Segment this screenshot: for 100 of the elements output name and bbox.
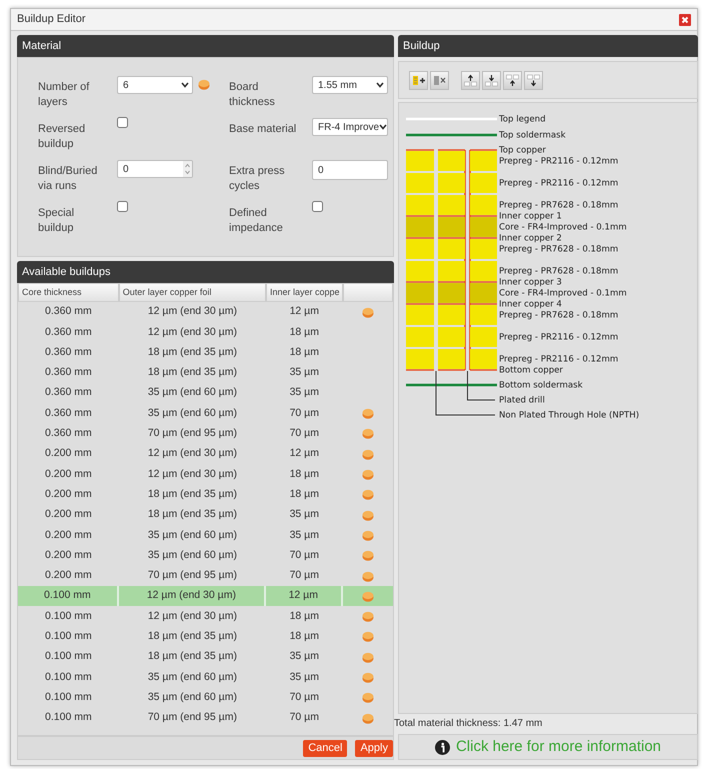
table-cell-text: 35 µm: [288, 670, 320, 685]
table-cell-text: 18 µm: [288, 608, 320, 624]
table-cell-text: 18 µm (end 35 µm): [146, 649, 238, 664]
total-thickness: Total material thickness: 1.47 mm: [394, 717, 544, 731]
column-header[interactable]: Inner layer coppe: [266, 283, 343, 302]
table-cell-text: 18 µm: [288, 344, 320, 360]
table-cell-text: 18 µm (end 35 µm): [146, 486, 238, 502]
input-field[interactable]: 0: [312, 160, 388, 180]
layer-label: Core - FR4-Improved - 0.1mm: [499, 222, 627, 232]
table-cell-text: 35 µm (end 60 µm): [146, 385, 238, 400]
table-row[interactable]: 0.100 mm 12 µm (end 30 µm) 12 µm: [18, 586, 393, 606]
table-row[interactable]: 0.100 mm 70 µm (end 95 µm) 70 µm: [18, 708, 393, 728]
table-row[interactable]: 0.360 mm 35 µm (end 60 µm) 70 µm: [18, 403, 393, 424]
info-icon: [434, 740, 450, 754]
table-row[interactable]: 0.100 mm 35 µm (end 60 µm) 35 µm: [18, 667, 393, 688]
table-row[interactable]: 0.200 mm 18 µm (end 35 µm) 35 µm: [18, 504, 393, 526]
table-row[interactable]: 0.360 mm 70 µm (end 95 µm) 70 µm: [18, 424, 393, 444]
table-cell-text: 70 µm: [288, 568, 320, 584]
move-up-icon: [463, 72, 478, 88]
move-down-button[interactable]: [524, 70, 543, 90]
table-cell-text: 70 µm: [288, 406, 320, 421]
table-cell-text: 35 µm: [288, 649, 320, 664]
layer-label: Core - FR4-Improved - 0.1mm: [499, 288, 627, 298]
table-cell-text: 70 µm: [288, 690, 320, 705]
table-cell-text: 0.200 mm: [44, 446, 93, 462]
table-cell-text: 70 µm: [288, 426, 320, 442]
layer-label: Prepreg - PR2116 - 0.12mm: [499, 332, 618, 342]
column-header[interactable]: Outer layer copper foil: [118, 283, 266, 302]
panel-header: Material: [17, 35, 394, 57]
table-cell-text: 12 µm (end 30 µm): [146, 466, 238, 482]
table-cell: 0.100 mm: [18, 586, 119, 606]
table-row[interactable]: 0.100 mm 12 µm (end 30 µm) 18 µm: [18, 606, 393, 627]
table-row[interactable]: 0.360 mm 35 µm (end 60 µm) 35 µm: [18, 383, 393, 404]
table-row[interactable]: 0.100 mm 35 µm (end 60 µm) 70 µm: [18, 688, 393, 708]
table-cell-text: 35 µm (end 60 µm): [146, 406, 238, 421]
field-label: Extra press cycles: [229, 164, 286, 194]
field-label: Defined impedance: [229, 206, 284, 236]
table-row[interactable]: 0.200 mm 35 µm (end 60 µm) 35 µm: [18, 525, 393, 546]
table-row[interactable]: 0.200 mm 12 µm (end 30 µm) 12 µm: [18, 444, 393, 464]
checkbox[interactable]: [117, 117, 128, 128]
dropdown[interactable]: 1.55 mm: [312, 76, 388, 94]
table-cell-text: 18 µm (end 35 µm): [146, 507, 238, 522]
table-row[interactable]: 0.200 mm 18 µm (end 35 µm) 18 µm: [18, 484, 393, 505]
table-cell-text: 35 µm (end 60 µm): [146, 670, 238, 685]
move-down-button[interactable]: [482, 70, 501, 90]
number-field[interactable]: 0: [117, 160, 193, 178]
table-cell-text: 0.200 mm: [44, 486, 93, 502]
move-down-icon: [526, 72, 541, 88]
field-label: Blind/Buried via runs: [38, 164, 98, 194]
checkbox[interactable]: [312, 201, 323, 212]
table-row[interactable]: 0.200 mm 35 µm (end 60 µm) 70 µm: [18, 546, 393, 566]
field-label: Special buildup: [38, 206, 76, 236]
panel-header: Buildup: [398, 35, 698, 57]
layer-label: Prepreg - PR2116 - 0.12mm: [499, 354, 618, 364]
layer-label: Prepreg - PR7628 - 0.18mm: [499, 244, 618, 254]
layer-label: Prepreg - PR7628 - 0.18mm: [499, 310, 618, 320]
table-row[interactable]: 0.360 mm 18 µm (end 35 µm) 18 µm: [18, 342, 393, 363]
layer-label: Top copper: [499, 145, 546, 156]
table-cell-text: 0.200 mm: [44, 528, 93, 543]
table-cell-text: 0.360 mm: [44, 344, 93, 360]
table-row[interactable]: 0.200 mm 70 µm (end 95 µm) 70 µm: [18, 566, 393, 586]
caret-icon: [379, 124, 387, 130]
table-cell-text: 12 µm (end 30 µm): [146, 324, 238, 340]
move-up-button[interactable]: [461, 70, 480, 90]
table-cell-text: 12 µm (end 30 µm): [146, 608, 238, 624]
table-row[interactable]: 0.360 mm 18 µm (end 35 µm) 35 µm: [18, 362, 393, 384]
table-cell-text: 0.360 mm: [44, 385, 93, 400]
field-label: Board thickness: [229, 80, 276, 110]
table-row[interactable]: 0.200 mm 12 µm (end 30 µm) 18 µm: [18, 464, 393, 485]
move-up-button[interactable]: [503, 70, 522, 90]
table-row[interactable]: 0.100 mm 18 µm (end 35 µm) 35 µm: [18, 647, 393, 668]
table-cell-text: 18 µm (end 35 µm): [146, 365, 238, 380]
cancel-button[interactable]: Cancel: [303, 740, 348, 756]
apply-button[interactable]: Apply: [355, 740, 393, 756]
table-row[interactable]: 0.360 mm 12 µm (end 30 µm) 18 µm: [18, 322, 393, 343]
table-cell-text: 12 µm (end 30 µm): [146, 304, 238, 320]
delete-layer-button[interactable]: [430, 70, 449, 90]
close-icon[interactable]: [679, 14, 691, 26]
dropdown[interactable]: FR-4 Improve: [312, 118, 388, 136]
dropdown[interactable]: 6: [117, 76, 193, 94]
column-header[interactable]: Core thickness: [18, 283, 119, 302]
caret-icon: [181, 82, 189, 88]
table-cell-text: 0.360 mm: [44, 426, 93, 442]
table-cell-text: 0.100 mm: [44, 690, 93, 705]
table-cell-text: 0.360 mm: [44, 406, 93, 421]
field-label: Base material: [229, 122, 298, 137]
window-title: Buildup Editor: [17, 12, 86, 28]
table-cell-text: 18 µm: [288, 486, 320, 502]
table-cell-text: 18 µm (end 35 µm): [146, 344, 238, 360]
table-cell-text: 0.200 mm: [44, 548, 93, 563]
add-layer-button[interactable]: [409, 70, 428, 90]
layer-label: Prepreg - PR2116 - 0.12mm: [499, 178, 618, 188]
table-cell-text: 35 µm (end 60 µm): [146, 528, 238, 543]
field-label: Reversed buildup: [38, 122, 86, 152]
checkbox[interactable]: [117, 201, 128, 212]
table-row[interactable]: 0.360 mm 12 µm (end 30 µm) 12 µm: [18, 302, 393, 322]
caret-icon: [376, 82, 384, 88]
table-cell-text: 35 µm (end 60 µm): [146, 690, 238, 705]
table-row[interactable]: 0.100 mm 18 µm (end 35 µm) 18 µm: [18, 626, 393, 648]
layer-label: Bottom copper: [499, 365, 563, 376]
